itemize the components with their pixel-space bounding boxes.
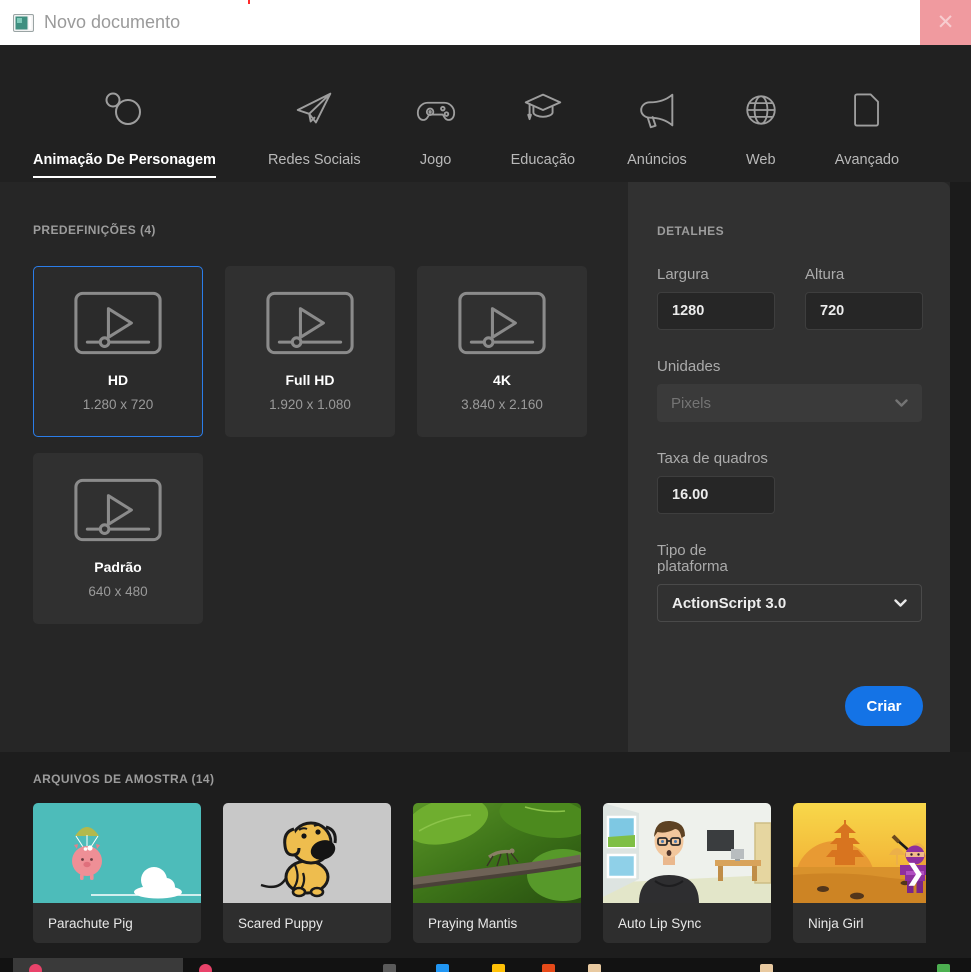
preset-name: Padrão xyxy=(94,559,142,575)
taskbar-icon[interactable] xyxy=(199,964,212,972)
close-button[interactable]: ✕ xyxy=(920,0,971,45)
preset-name: HD xyxy=(107,372,129,388)
sample-card-scared-puppy[interactable]: Scared Puppy xyxy=(223,803,391,943)
megaphone-icon xyxy=(634,85,680,135)
taskbar-icon[interactable] xyxy=(383,964,396,972)
document-icon xyxy=(845,85,889,135)
new-document-dialog: Novo documento ✕ Animação De Personagem … xyxy=(0,0,971,972)
dialog-content: PREDEFINIÇÕES (4) HD 1.280 x 720 Full HD… xyxy=(0,182,971,752)
window-title: Novo documento xyxy=(44,12,181,32)
sample-card-auto-lip-sync[interactable]: Auto Lip Sync xyxy=(603,803,771,943)
taskbar-icon[interactable] xyxy=(588,964,601,972)
create-button[interactable]: Criar xyxy=(845,686,923,726)
taskbar-icon[interactable] xyxy=(436,964,449,972)
tab-web[interactable]: Web xyxy=(739,85,783,182)
platform-label: Tipo de plataforma xyxy=(657,542,728,575)
video-player-icon xyxy=(74,291,162,355)
preset-dimensions: 640 x 480 xyxy=(88,584,148,599)
taskbar-icon[interactable] xyxy=(492,964,505,972)
preset-dimensions: 1.280 x 720 xyxy=(82,397,154,412)
category-tabs: Animação De Personagem Redes Sociais Jog… xyxy=(0,45,971,182)
preset-card-4k[interactable]: 4K 3.840 x 2.160 xyxy=(417,266,587,437)
video-player-icon xyxy=(74,478,162,542)
units-select[interactable]: Pixels xyxy=(657,384,922,422)
preset-card-padrao[interactable]: Padrão 640 x 480 xyxy=(33,453,203,624)
right-gutter xyxy=(950,182,971,752)
preset-card-hd[interactable]: HD 1.280 x 720 xyxy=(33,266,203,437)
taskbar-icon[interactable] xyxy=(542,964,555,972)
preset-name: Full HD xyxy=(285,372,335,388)
details-header: DETALHES xyxy=(657,224,724,238)
samples-next-arrow[interactable]: ❯ xyxy=(906,860,924,886)
height-field: Altura xyxy=(805,238,923,330)
sample-name: Auto Lip Sync xyxy=(618,915,702,931)
tab-animacao-de-personagem[interactable]: Animação De Personagem xyxy=(33,85,216,182)
video-player-icon xyxy=(458,291,546,355)
tab-redes-sociais[interactable]: Redes Sociais xyxy=(268,85,361,182)
sample-name: Scared Puppy xyxy=(238,915,323,931)
samples-row: Parachute Pig Scared Puppy Praying Manti… xyxy=(33,803,926,943)
sample-name: Praying Mantis xyxy=(428,915,518,931)
paper-plane-icon xyxy=(291,85,337,135)
globe-icon xyxy=(739,85,783,135)
chevron-down-icon xyxy=(895,398,908,407)
sample-name: Parachute Pig xyxy=(48,915,133,931)
framerate-label: Taxa de quadros xyxy=(657,450,768,467)
preset-grid: HD 1.280 x 720 Full HD 1.920 x 1.080 4K … xyxy=(33,266,628,624)
video-player-icon xyxy=(266,291,354,355)
tab-educacao[interactable]: Educação xyxy=(511,85,575,182)
preset-name: 4K xyxy=(493,372,511,388)
height-input[interactable] xyxy=(805,292,923,330)
taskbar-icon[interactable] xyxy=(760,964,773,972)
sample-files-section: ARQUIVOS DE AMOSTRA (14) Parachute Pig S… xyxy=(0,752,971,958)
presets-header: PREDEFINIÇÕES (4) xyxy=(33,223,156,237)
auto-lip-sync-thumbnail xyxy=(603,803,771,903)
width-label: Largura xyxy=(657,266,709,283)
samples-header: ARQUIVOS DE AMOSTRA (14) xyxy=(33,772,215,786)
cursor-artifact xyxy=(248,0,250,4)
windows-taskbar[interactable] xyxy=(0,958,971,972)
details-panel: DETALHES Largura Altura Unidades Pixels … xyxy=(628,182,950,752)
tab-jogo[interactable]: Jogo xyxy=(413,85,459,182)
preset-dimensions: 3.840 x 2.160 xyxy=(461,397,543,412)
width-field: Largura xyxy=(657,238,775,330)
units-label: Unidades xyxy=(657,358,721,375)
height-label: Altura xyxy=(805,266,845,283)
tab-anuncios[interactable]: Anúncios xyxy=(627,85,687,182)
graduation-cap-icon xyxy=(520,85,566,135)
character-animation-icon xyxy=(100,85,148,135)
presets-section: PREDEFINIÇÕES (4) HD 1.280 x 720 Full HD… xyxy=(0,182,628,624)
ninja-girl-thumbnail xyxy=(793,803,926,903)
preset-dimensions: 1.920 x 1.080 xyxy=(269,397,351,412)
width-input[interactable] xyxy=(657,292,775,330)
chevron-down-icon xyxy=(894,598,907,607)
sample-card-parachute-pig[interactable]: Parachute Pig xyxy=(33,803,201,943)
preset-card-full-hd[interactable]: Full HD 1.920 x 1.080 xyxy=(225,266,395,437)
gamepad-icon xyxy=(413,85,459,135)
platform-select[interactable]: ActionScript 3.0 xyxy=(657,584,922,622)
scared-puppy-thumbnail xyxy=(223,803,391,903)
sample-name: Ninja Girl xyxy=(808,915,864,931)
tab-avancado[interactable]: Avançado xyxy=(835,85,899,182)
sample-card-praying-mantis[interactable]: Praying Mantis xyxy=(413,803,581,943)
framerate-input[interactable] xyxy=(657,476,775,514)
praying-mantis-thumbnail xyxy=(413,803,581,903)
taskbar-icon[interactable] xyxy=(937,964,950,972)
parachute-pig-thumbnail xyxy=(33,803,201,903)
title-bar: Novo documento ✕ xyxy=(0,0,971,45)
taskbar-icon[interactable] xyxy=(29,964,42,972)
app-icon xyxy=(13,13,34,32)
